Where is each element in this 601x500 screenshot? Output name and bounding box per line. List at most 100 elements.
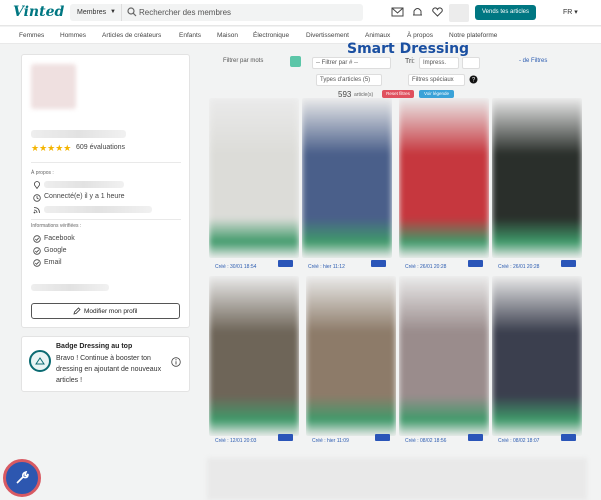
profile-avatar [31, 64, 76, 109]
floating-action-button[interactable] [3, 459, 41, 497]
item-card[interactable] [492, 98, 582, 258]
pencil-icon [73, 307, 81, 315]
item-action-button[interactable] [278, 260, 293, 267]
search-scope-dropdown[interactable]: Membres ▼ [70, 4, 122, 21]
item-created-date: Créé : 30/01 18:54 [215, 264, 257, 270]
item-photo [399, 98, 489, 258]
item-action-button[interactable] [561, 260, 576, 267]
rss-icon [33, 207, 40, 214]
username-blurred [31, 130, 126, 138]
item-created-date: Créé : 08/02 18:07 [498, 438, 540, 444]
location-icon [34, 181, 40, 189]
item-card[interactable] [209, 98, 299, 258]
item-created-date: Créé : 08/02 18:56 [405, 438, 447, 444]
filter-apply-button[interactable] [290, 56, 301, 67]
filter-by-words-input[interactable]: Filtrer par mots [220, 56, 286, 69]
item-created-date: Créé : hier 11:12 [308, 264, 345, 270]
tool-icon [16, 470, 29, 484]
info-icon[interactable] [171, 357, 181, 367]
vinted-logo[interactable]: Vinted [13, 4, 64, 20]
check-circle-icon [33, 235, 41, 243]
top-navigation-bar: Vinted Membres ▼ Rechercher des membres … [0, 0, 601, 26]
check-circle-icon [33, 259, 41, 267]
divider [31, 162, 181, 163]
bio-blurred [31, 284, 109, 291]
smart-dressing-title: Smart Dressing [347, 41, 470, 57]
reset-filters-button[interactable]: Reset filtres [382, 90, 414, 98]
user-avatar[interactable] [449, 4, 469, 22]
verified-google: Google [44, 247, 67, 254]
sort-label: Tri: [405, 58, 415, 65]
item-action-button[interactable] [278, 434, 293, 441]
search-scope-label: Membres [77, 9, 107, 16]
mail-icon[interactable] [391, 6, 404, 18]
location-blurred [44, 181, 124, 188]
see-legend-button[interactable]: Voir légende [419, 90, 454, 98]
category-femmes[interactable]: Femmes [19, 27, 44, 44]
category-maison[interactable]: Maison [217, 27, 238, 44]
category-electronique[interactable]: Électronique [253, 27, 289, 44]
item-created-date: Créé : 26/01 20:28 [498, 264, 540, 270]
category-hommes[interactable]: Hommes [60, 27, 86, 44]
bell-icon[interactable] [411, 6, 424, 18]
edit-profile-label: Modifier mon profil [84, 308, 138, 315]
language-label: FR [563, 9, 573, 16]
less-filters-link[interactable]: - de Filtres [519, 58, 547, 64]
category-enfants[interactable]: Enfants [179, 27, 201, 44]
badge-icon [29, 350, 51, 372]
search-input[interactable]: Rechercher des membres [139, 4, 231, 21]
item-action-button[interactable] [561, 434, 576, 441]
badge-text: Bravo ! Continue à booster ton dressing … [56, 355, 162, 384]
search-bar: Membres ▼ Rechercher des membres [70, 4, 363, 21]
sell-items-button[interactable]: Vends tes articles [475, 5, 536, 20]
badge-title: Badge Dressing au top [56, 343, 133, 350]
special-filters-select[interactable]: Filtres spéciaux [408, 74, 465, 86]
item-card[interactable] [492, 276, 582, 436]
item-card[interactable] [399, 98, 489, 258]
language-selector[interactable]: FR ▾ [563, 5, 578, 20]
item-photo [209, 98, 299, 258]
item-card[interactable] [209, 276, 299, 436]
filter-by-hashtag-select[interactable]: -- Filtrer par # -- [312, 57, 391, 69]
item-action-button[interactable] [375, 434, 390, 441]
item-photo [492, 276, 582, 436]
category-divertissement[interactable]: Divertissement [306, 27, 349, 44]
verified-email: Email [44, 259, 62, 266]
item-photo [209, 276, 299, 436]
edit-profile-button[interactable]: Modifier mon profil [31, 303, 180, 319]
divider [31, 219, 181, 220]
check-circle-icon [33, 247, 41, 255]
heart-icon[interactable] [431, 6, 444, 18]
item-photo [302, 98, 392, 258]
chevron-down-icon: ▾ [574, 9, 578, 16]
clock-icon [33, 194, 41, 202]
last-seen-text: Connecté(e) il y a 1 heure [44, 193, 125, 200]
item-created-date: Créé : 12/01 20:03 [215, 438, 257, 444]
next-row-partial [207, 458, 587, 500]
item-action-button[interactable] [468, 434, 483, 441]
item-action-button[interactable] [468, 260, 483, 267]
item-action-button[interactable] [371, 260, 386, 267]
verified-label: Informations vérifiées : [31, 223, 82, 229]
chevron-down-icon: ▼ [110, 9, 116, 15]
item-card[interactable] [302, 98, 392, 258]
item-photo [492, 98, 582, 258]
about-label: À propos : [31, 170, 54, 176]
item-photo [399, 276, 489, 436]
followers-blurred [44, 206, 152, 213]
search-icon [127, 7, 137, 17]
item-card[interactable] [306, 276, 396, 436]
category-createurs[interactable]: Articles de créateurs [102, 27, 161, 44]
verified-facebook: Facebook [44, 235, 75, 242]
rating-stars: ★★★★★ [31, 143, 72, 153]
item-created-date: Créé : hier 11:09 [312, 438, 349, 444]
reviews-count[interactable]: 609 évaluations [76, 144, 125, 151]
item-photo [306, 276, 396, 436]
help-icon[interactable]: ? [469, 75, 478, 84]
item-types-select[interactable]: Types d'articles (5) [316, 74, 382, 86]
item-created-date: Créé : 26/01 20:28 [405, 264, 447, 270]
sort-direction-select[interactable] [462, 57, 480, 69]
item-card[interactable] [399, 276, 489, 436]
category-navigation: Femmes Hommes Articles de créateurs Enfa… [0, 27, 601, 44]
sort-select[interactable]: Impress. [419, 57, 459, 69]
